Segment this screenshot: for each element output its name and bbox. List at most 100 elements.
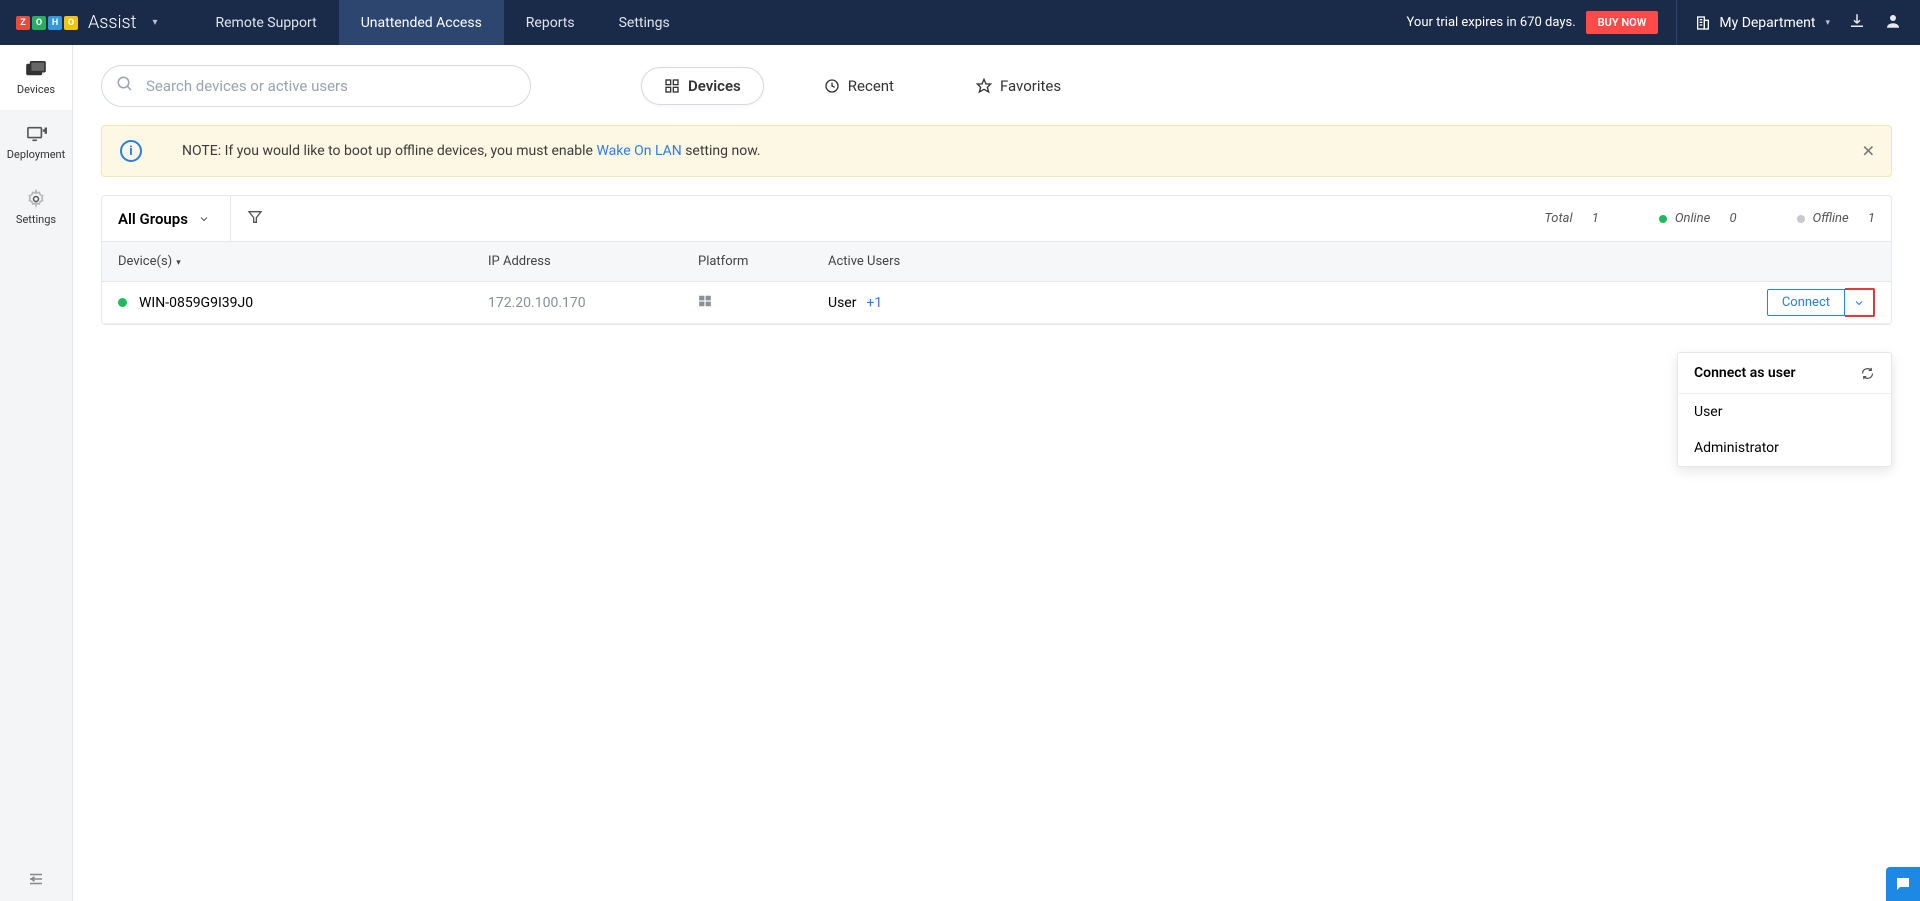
dropdown-header: Connect as user bbox=[1678, 353, 1891, 394]
buy-now-button[interactable]: BUY NOW bbox=[1586, 11, 1659, 34]
ip-cell: 172.20.100.170 bbox=[488, 295, 698, 311]
zoho-logo: ZOHO bbox=[16, 16, 78, 30]
column-active-users[interactable]: Active Users bbox=[828, 254, 1028, 269]
view-tab-label: Recent bbox=[848, 77, 894, 95]
department-selector[interactable]: My Department ▾ bbox=[1695, 15, 1830, 31]
banner-suffix: setting now. bbox=[682, 143, 761, 159]
view-tab-label: Devices bbox=[688, 77, 741, 95]
connect-dropdown-button[interactable] bbox=[1845, 288, 1875, 317]
row-actions: Connect bbox=[1767, 288, 1875, 317]
device-cell: WIN-0859G9I39J0 bbox=[118, 295, 488, 311]
view-tab-recent[interactable]: Recent bbox=[802, 68, 916, 104]
filter-icon[interactable] bbox=[247, 209, 263, 229]
main-content: Devices Recent Favorites i NOTE: If you … bbox=[73, 45, 1920, 901]
device-name: WIN-0859G9I39J0 bbox=[139, 295, 253, 311]
stat-label: Offline bbox=[1813, 211, 1849, 226]
deployment-icon: + bbox=[25, 125, 47, 143]
dropdown-option-user[interactable]: User bbox=[1678, 394, 1891, 430]
grid-icon bbox=[664, 78, 680, 94]
wake-on-lan-banner: i NOTE: If you would like to boot up off… bbox=[101, 125, 1892, 177]
search-input[interactable] bbox=[101, 65, 531, 107]
sidebar-item-deployment[interactable]: + Deployment bbox=[0, 110, 72, 175]
main-nav-tabs: Remote Support Unattended Access Reports… bbox=[194, 0, 692, 45]
sidebar-item-settings[interactable]: Settings bbox=[0, 175, 72, 240]
clock-icon bbox=[824, 78, 840, 94]
chevron-down-icon: ▾ bbox=[1825, 18, 1830, 28]
users-cell: User +1 bbox=[828, 295, 1028, 311]
stat-online: Online 0 bbox=[1659, 211, 1737, 226]
device-stats: Total 1 Online 0 Offline 1 bbox=[1544, 211, 1875, 226]
refresh-icon[interactable] bbox=[1860, 366, 1875, 381]
building-icon bbox=[1695, 15, 1711, 31]
stat-label: Online bbox=[1675, 211, 1710, 226]
sidebar-item-devices[interactable]: Devices bbox=[0, 45, 72, 110]
status-dot-icon bbox=[118, 298, 127, 307]
nav-right: Your trial expires in 670 days. BUY NOW … bbox=[1407, 0, 1920, 45]
stat-offline: Offline 1 bbox=[1797, 211, 1875, 226]
sort-icon: ▾ bbox=[176, 258, 181, 268]
close-icon[interactable]: ✕ bbox=[1862, 142, 1875, 161]
star-icon bbox=[976, 78, 992, 94]
offline-dot-icon bbox=[1797, 215, 1805, 223]
stat-count: 0 bbox=[1729, 211, 1736, 226]
windows-icon bbox=[698, 294, 712, 308]
devices-icon bbox=[25, 60, 47, 78]
trial-expiry-text: Your trial expires in 670 days. bbox=[1407, 15, 1576, 30]
sidebar-collapse-button[interactable] bbox=[0, 856, 72, 901]
sidebar-label: Deployment bbox=[7, 148, 65, 161]
more-users-link[interactable]: +1 bbox=[866, 295, 882, 311]
view-tab-favorites[interactable]: Favorites bbox=[954, 68, 1083, 104]
chat-icon bbox=[1894, 875, 1912, 893]
chevron-down-icon bbox=[1853, 297, 1865, 309]
view-tabs: Devices Recent Favorites bbox=[641, 67, 1083, 105]
divider bbox=[1676, 0, 1677, 45]
stat-total: Total 1 bbox=[1544, 211, 1598, 226]
tab-unattended-access[interactable]: Unattended Access bbox=[339, 0, 504, 45]
search-icon bbox=[116, 75, 134, 97]
chevron-down-icon bbox=[198, 213, 210, 225]
table-header-row: Device(s)▾ IP Address Platform Active Us… bbox=[102, 242, 1891, 282]
product-name: Assist bbox=[88, 12, 136, 33]
download-icon[interactable] bbox=[1848, 12, 1866, 34]
user-icon[interactable] bbox=[1884, 12, 1902, 34]
gear-icon bbox=[25, 190, 47, 208]
svg-text:+: + bbox=[43, 127, 47, 137]
sidebar-label: Settings bbox=[16, 213, 56, 226]
tab-remote-support[interactable]: Remote Support bbox=[194, 0, 339, 45]
panel-header: All Groups Total 1 Online 0 Offline 1 bbox=[102, 196, 1891, 242]
table-row[interactable]: WIN-0859G9I39J0 172.20.100.170 User +1 C… bbox=[102, 282, 1891, 324]
stat-label: Total bbox=[1544, 211, 1572, 226]
column-ip[interactable]: IP Address bbox=[488, 254, 698, 269]
wake-on-lan-link[interactable]: Wake On LAN bbox=[596, 143, 681, 159]
connect-button[interactable]: Connect bbox=[1767, 289, 1845, 316]
top-nav: ZOHO Assist ▾ Remote Support Unattended … bbox=[0, 0, 1920, 45]
dropdown-title: Connect as user bbox=[1694, 365, 1796, 381]
groups-label: All Groups bbox=[118, 210, 188, 228]
view-tab-devices[interactable]: Devices bbox=[641, 67, 764, 105]
online-dot-icon bbox=[1659, 215, 1667, 223]
column-platform[interactable]: Platform bbox=[698, 254, 828, 269]
groups-dropdown[interactable]: All Groups bbox=[118, 196, 231, 241]
view-tab-label: Favorites bbox=[1000, 77, 1061, 95]
toolbar: Devices Recent Favorites bbox=[101, 65, 1892, 107]
department-label: My Department bbox=[1719, 15, 1815, 31]
connect-as-user-dropdown: Connect as user User Administrator bbox=[1677, 352, 1892, 467]
user-name: User bbox=[828, 295, 856, 311]
search-wrap bbox=[101, 65, 531, 107]
devices-panel: All Groups Total 1 Online 0 Offline 1 bbox=[101, 195, 1892, 325]
stat-count: 1 bbox=[1592, 211, 1599, 226]
tab-settings[interactable]: Settings bbox=[597, 0, 692, 45]
info-icon: i bbox=[120, 140, 142, 162]
product-switcher-icon[interactable]: ▾ bbox=[152, 17, 157, 28]
column-devices[interactable]: Device(s)▾ bbox=[118, 254, 488, 269]
dropdown-option-administrator[interactable]: Administrator bbox=[1678, 430, 1891, 466]
logo-area: ZOHO Assist ▾ bbox=[0, 12, 174, 33]
banner-prefix: NOTE: If you would like to boot up offli… bbox=[182, 143, 596, 159]
tab-reports[interactable]: Reports bbox=[504, 0, 597, 45]
stat-count: 1 bbox=[1868, 211, 1875, 226]
banner-text: NOTE: If you would like to boot up offli… bbox=[182, 143, 761, 159]
sidebar-label: Devices bbox=[17, 83, 55, 96]
chat-fab-button[interactable] bbox=[1886, 867, 1920, 901]
left-sidebar: Devices + Deployment Settings bbox=[0, 45, 73, 901]
platform-cell bbox=[698, 294, 828, 312]
